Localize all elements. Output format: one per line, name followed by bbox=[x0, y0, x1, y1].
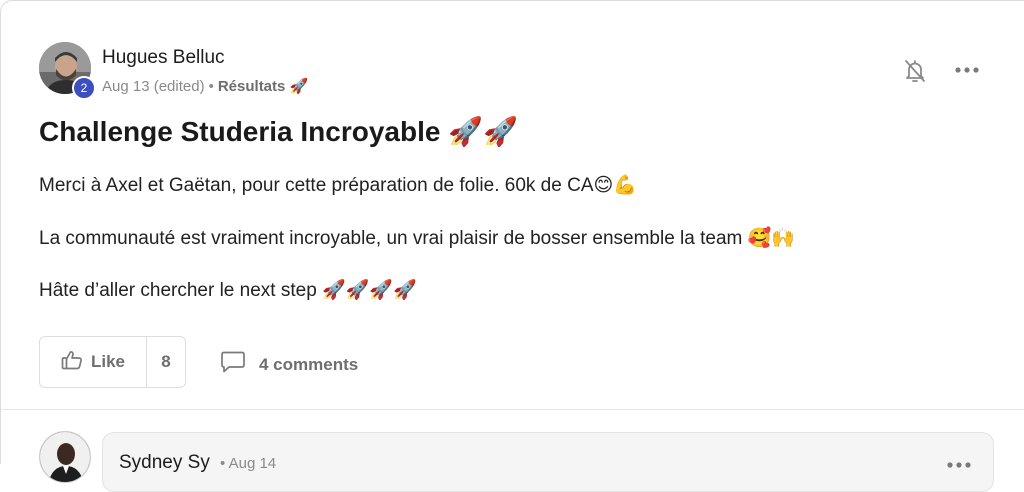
commenter-name[interactable]: Sydney Sy bbox=[119, 452, 210, 474]
post-title: Challenge Studeria Incroyable 🚀🚀 bbox=[39, 115, 518, 148]
space-emoji: 🚀 bbox=[289, 77, 309, 95]
like-button[interactable]: Like bbox=[40, 337, 146, 387]
comments-button[interactable]: 4 comments bbox=[220, 350, 358, 379]
level-badge: 2 bbox=[72, 76, 96, 100]
paragraph-text: Merci à Axel et Gaëtan, pour cette prépa… bbox=[39, 175, 594, 196]
post-card: 2 Hugues Belluc Aug 13 (edited) • Résultat… bbox=[0, 0, 1024, 492]
post-meta: Aug 13 (edited) • Résultats 🚀 bbox=[102, 77, 308, 95]
comment-more-icon[interactable] bbox=[945, 457, 973, 468]
post-paragraph-1: Merci à Axel et Gaëtan, pour cette prépa… bbox=[39, 173, 637, 197]
divider bbox=[1, 409, 1024, 410]
author-name[interactable]: Hugues Belluc bbox=[102, 47, 225, 69]
paragraph-emoji: 🥰🙌 bbox=[747, 227, 795, 249]
post-title-text: Challenge Studeria Incroyable bbox=[39, 116, 441, 147]
paragraph-text: Hâte d’aller chercher le next step bbox=[39, 280, 323, 301]
post-paragraph-3: Hâte d’aller chercher le next step 🚀🚀🚀🚀 bbox=[39, 278, 417, 302]
like-label: Like bbox=[90, 352, 126, 371]
thumbs-up-icon bbox=[61, 350, 83, 375]
like-control: Like 8 bbox=[39, 336, 186, 388]
paragraph-emoji: 😊💪 bbox=[593, 174, 637, 196]
bell-icon[interactable] bbox=[903, 58, 927, 84]
paragraph-emoji: 🚀🚀🚀🚀 bbox=[322, 279, 417, 301]
commenter-avatar[interactable] bbox=[39, 431, 91, 483]
meta-separator: • bbox=[208, 78, 214, 95]
like-count[interactable]: 8 bbox=[146, 337, 185, 387]
post-paragraph-2: La communauté est vraiment incroyable, u… bbox=[39, 226, 795, 250]
space-link[interactable]: Résultats bbox=[218, 78, 286, 95]
comments-label: 4 comments bbox=[259, 354, 359, 374]
post-date[interactable]: Aug 13 (edited) bbox=[102, 78, 205, 95]
comment-icon bbox=[220, 350, 246, 379]
post-title-emoji: 🚀🚀 bbox=[448, 115, 518, 148]
paragraph-text: La communauté est vraiment incroyable, u… bbox=[39, 228, 748, 249]
more-icon[interactable] bbox=[953, 60, 981, 80]
